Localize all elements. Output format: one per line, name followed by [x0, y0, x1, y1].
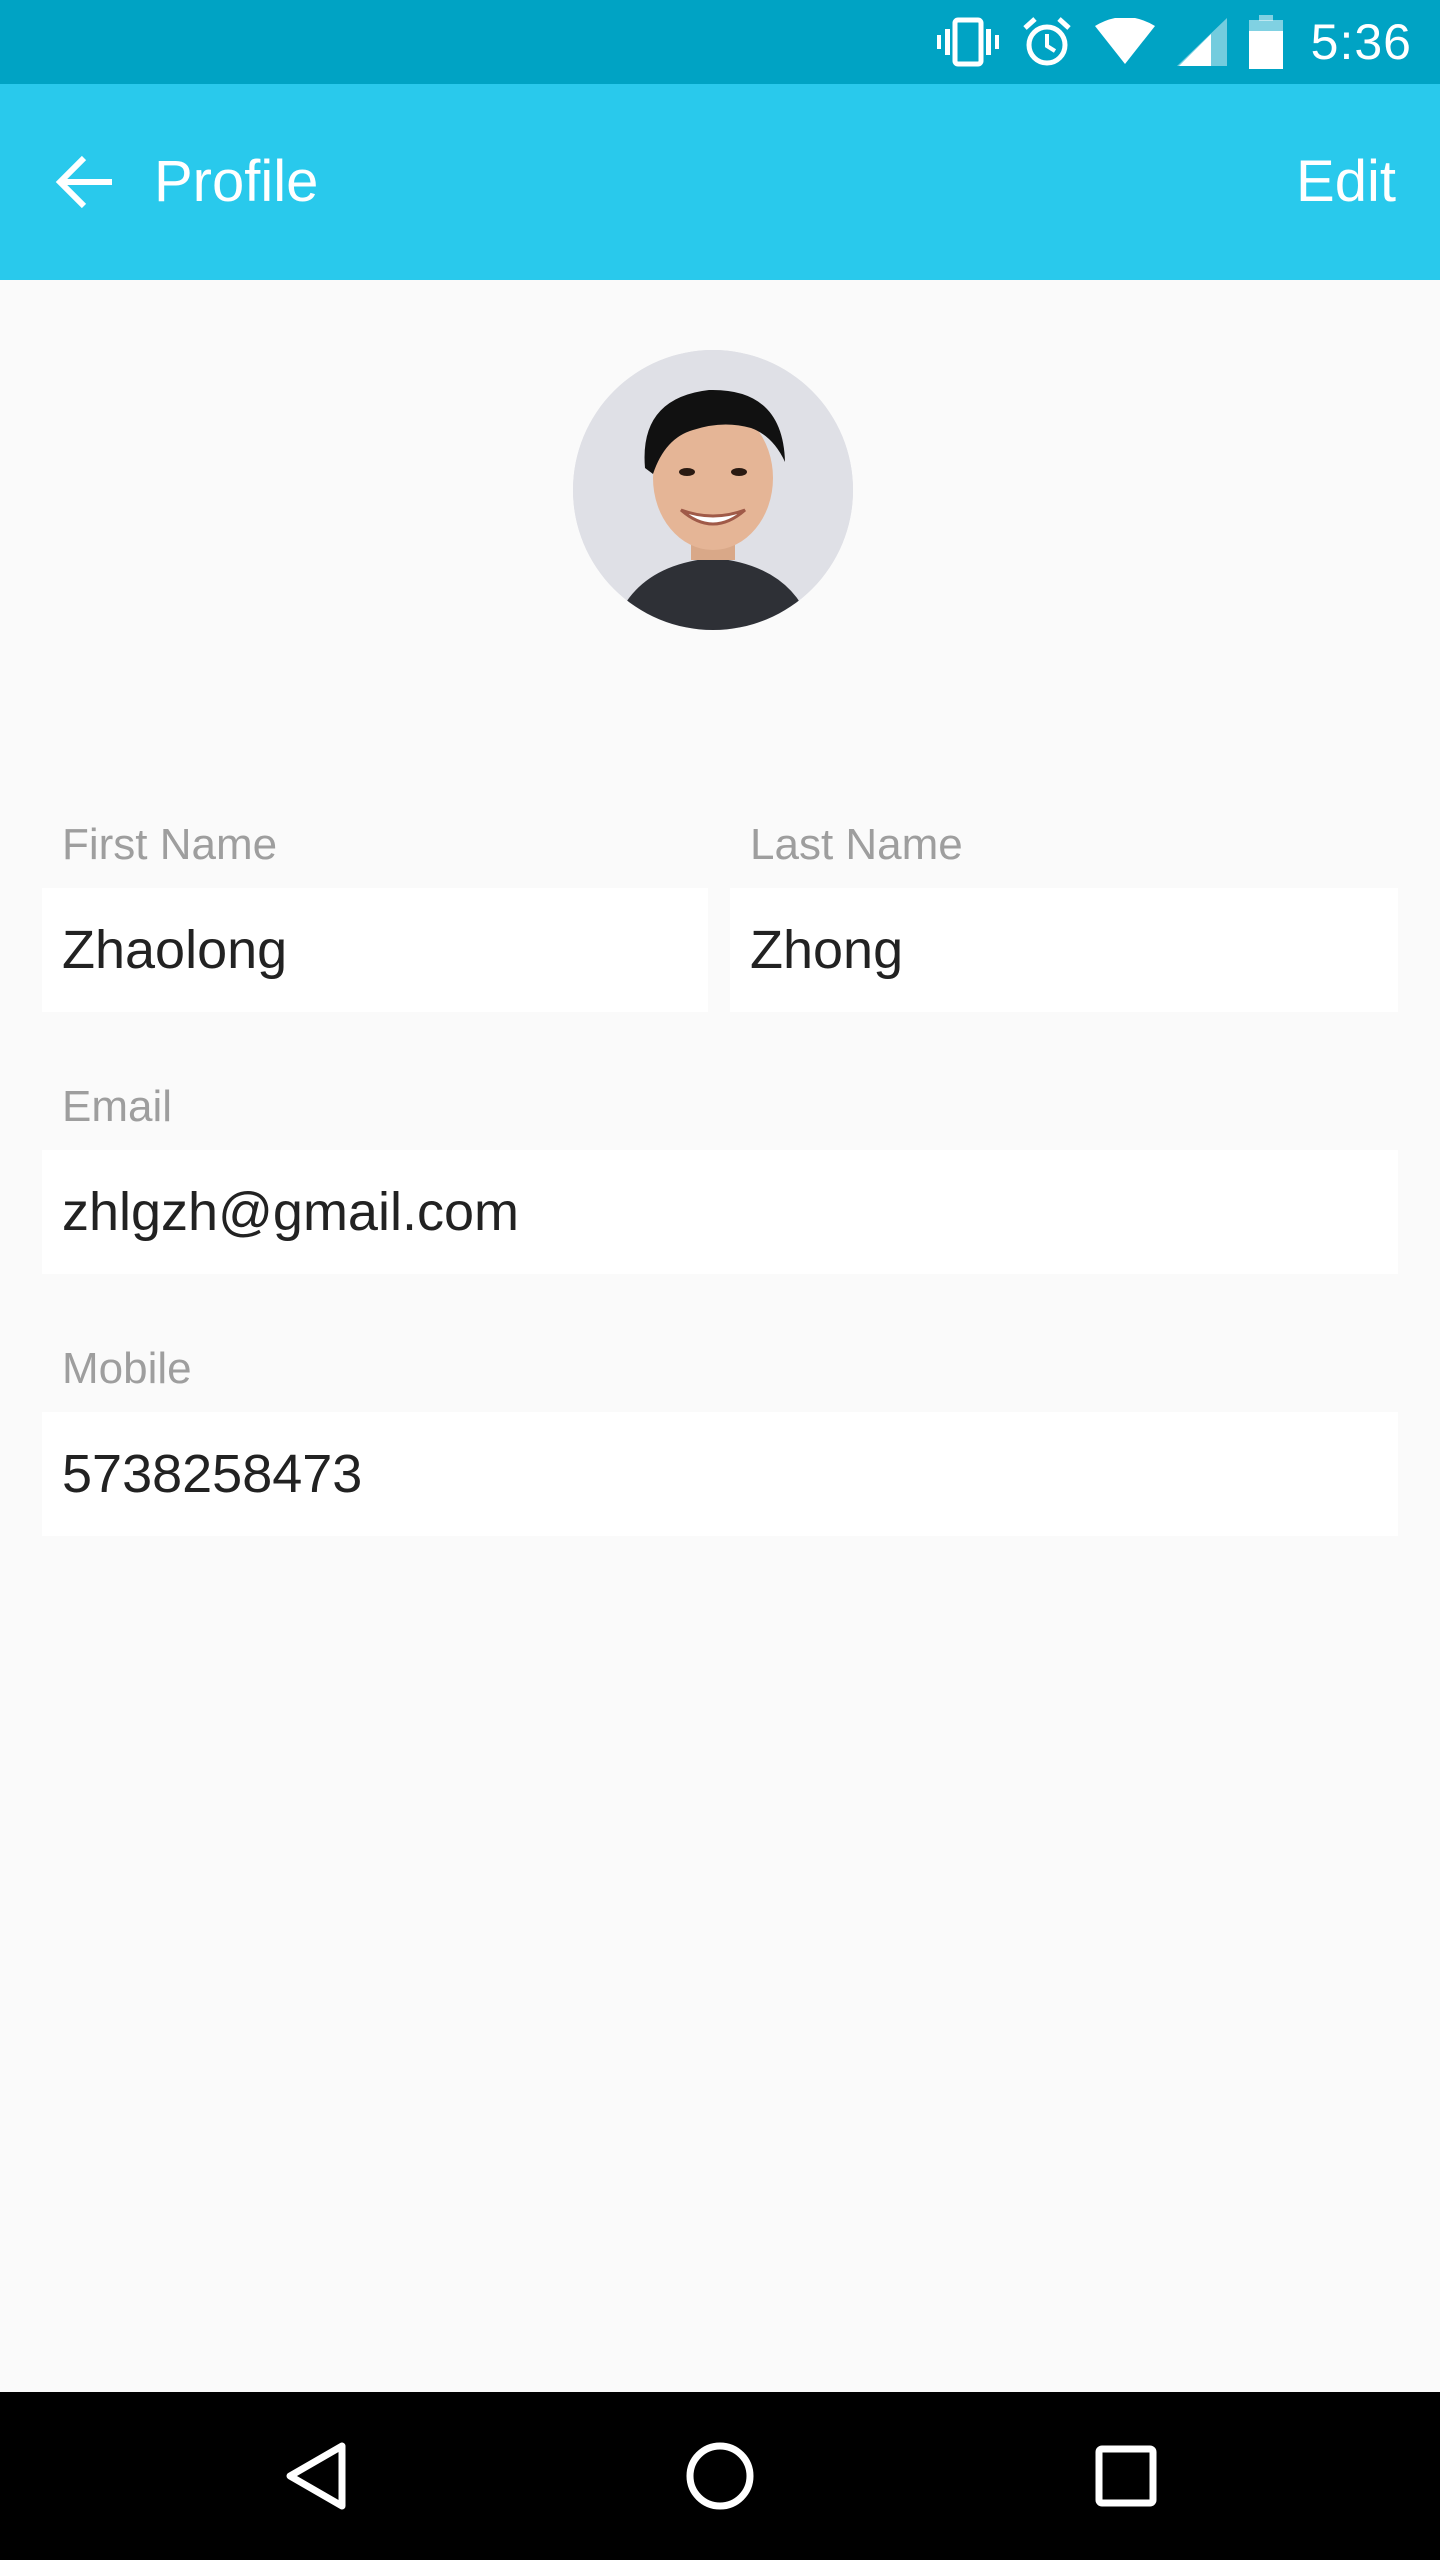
nav-home-button[interactable]	[680, 2436, 760, 2516]
mobile-field[interactable]: 5738258473	[42, 1412, 1398, 1536]
navigation-bar	[0, 2392, 1440, 2560]
last-name-field[interactable]: Zhong	[730, 888, 1398, 1012]
arrow-back-icon	[54, 154, 114, 210]
first-name-label: First Name	[62, 820, 278, 869]
back-button[interactable]	[34, 132, 134, 232]
last-name-label: Last Name	[750, 820, 963, 869]
alarm-icon	[1021, 16, 1073, 68]
battery-icon	[1248, 15, 1283, 69]
wifi-icon	[1094, 18, 1155, 66]
app-bar: Profile Edit	[0, 84, 1440, 280]
edit-button[interactable]: Edit	[1296, 84, 1396, 280]
recents-square-icon	[1094, 2444, 1158, 2508]
vibrate-icon	[936, 17, 999, 67]
status-bar: 5:36	[0, 0, 1440, 84]
back-triangle-icon	[284, 2440, 348, 2512]
signal-icon	[1176, 18, 1227, 66]
avatar	[573, 350, 853, 630]
page-title: Profile	[154, 149, 319, 214]
mobile-label: Mobile	[62, 1344, 192, 1393]
first-name-field[interactable]: Zhaolong	[42, 888, 708, 1012]
status-time: 5:36	[1310, 14, 1412, 70]
email-field[interactable]: zhlgzh@gmail.com	[42, 1150, 1398, 1274]
email-label: Email	[62, 1082, 173, 1131]
nav-back-button[interactable]	[276, 2436, 356, 2516]
nav-recents-button[interactable]	[1086, 2436, 1166, 2516]
home-circle-icon	[684, 2440, 756, 2512]
status-icons: 5:36	[936, 0, 1412, 84]
